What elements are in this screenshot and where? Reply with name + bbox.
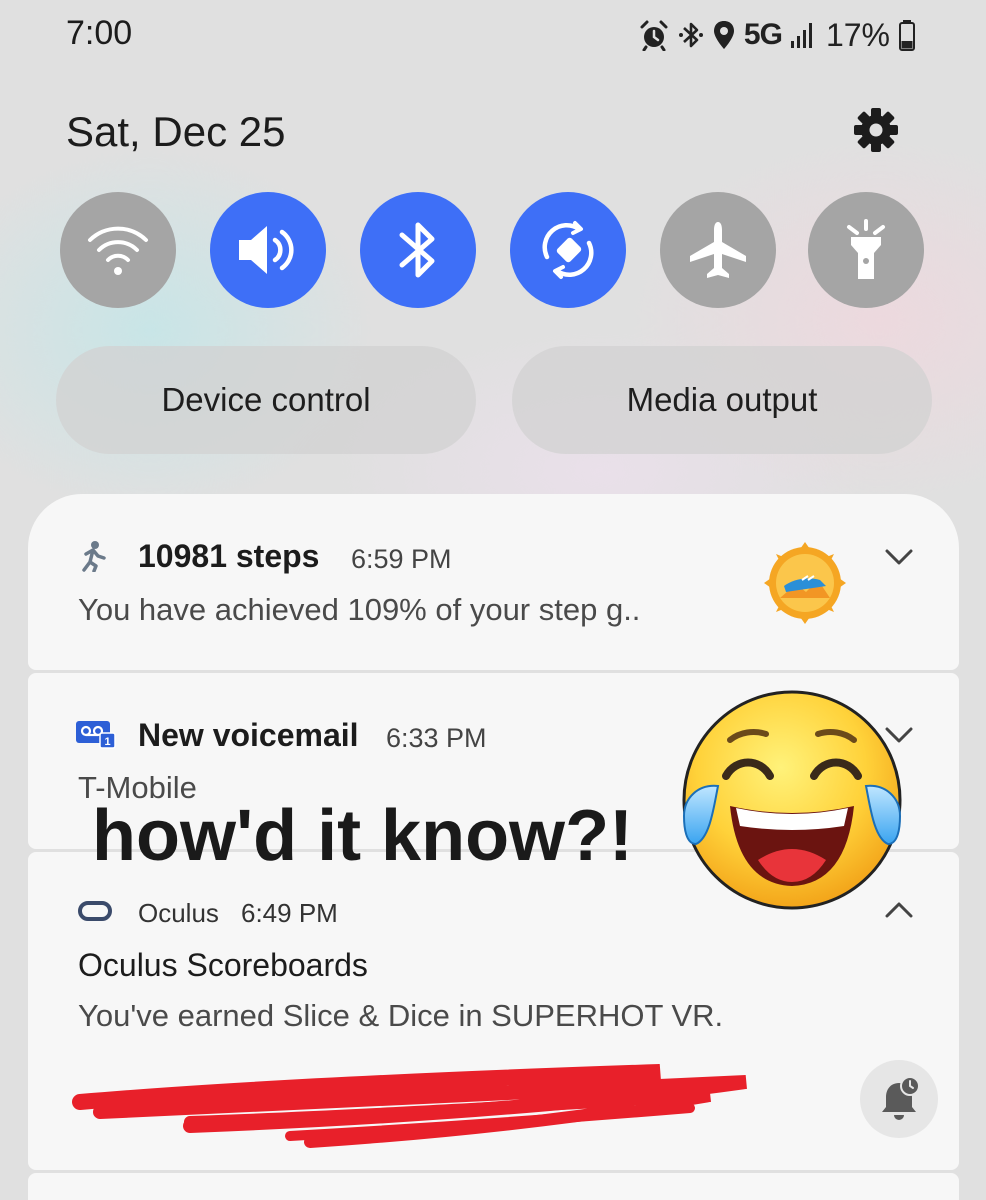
notification-title: 10981 steps [138,538,320,574]
network-type: 5G [743,18,783,51]
bluetooth-icon [678,22,703,48]
bell-snooze-icon [882,1076,920,1120]
notification-body: You have achieved 109% of your step g.. [78,592,641,627]
date-label: Sat, Dec 25 [66,108,286,155]
overlay-caption: how'd it know?! [92,796,634,876]
device-control-button[interactable]: Device control [56,346,476,454]
media-output-label: Media output [626,381,818,418]
status-icons: 5G 17% [638,14,916,56]
alarm-icon [640,20,668,51]
auto-rotate-icon [542,221,594,279]
snooze-bell-button[interactable] [860,1060,938,1138]
notification-partial[interactable] [28,1173,959,1200]
sound-toggle[interactable] [210,192,326,308]
notification-time: 6:33 PM [386,723,487,753]
media-output-button[interactable]: Media output [512,346,932,454]
location-icon [713,21,734,49]
red-scribble-redaction [72,1064,747,1148]
flashlight-toggle[interactable] [808,192,924,308]
bluetooth-icon [399,222,435,278]
notification-title: New voicemail [138,717,359,753]
auto-rotate-toggle[interactable] [510,192,626,308]
wifi-icon [88,226,148,275]
notification-body: You've earned Slice & Dice in SUPERHOT V… [78,998,724,1033]
flashlight-icon [847,219,885,279]
notification-time: 6:59 PM [351,544,452,574]
expand-chevron-icon[interactable] [882,540,916,574]
tears-of-joy-emoji [682,690,902,910]
oculus-icon [78,901,112,921]
status-time: 7:00 [66,14,133,52]
bluetooth-toggle[interactable] [360,192,476,308]
airplane-icon [690,222,746,278]
notification-app-name: Oculus [138,898,219,928]
settings-button[interactable] [848,102,904,158]
svg-text:1: 1 [104,736,110,748]
achievement-badge-icon [764,542,846,624]
wifi-toggle[interactable] [60,192,176,308]
battery-percent: 17% [825,16,890,53]
notification-title: Oculus Scoreboards [78,947,368,983]
running-person-icon [82,541,106,572]
airplane-toggle[interactable] [660,192,776,308]
notification-time: 6:49 PM [241,898,338,928]
gear-icon [854,108,898,152]
sound-icon [239,226,294,274]
device-control-label: Device control [161,381,371,418]
battery-icon [899,20,915,51]
voicemail-icon: 1 [76,721,116,749]
signal-icon [790,23,812,48]
